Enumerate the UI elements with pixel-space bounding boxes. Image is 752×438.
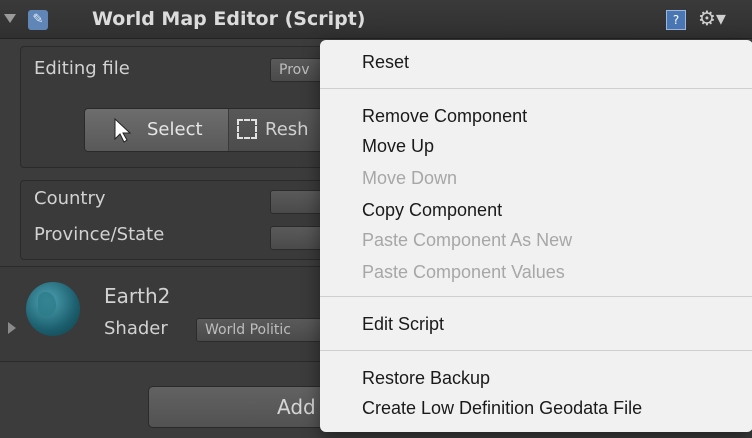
- menu-item-copy-component[interactable]: Copy Component: [362, 200, 502, 221]
- tool-toolbar: Select Resh: [84, 108, 336, 152]
- material-name: Earth2: [104, 284, 171, 308]
- context-menu: Reset Remove Component Move Up Move Down…: [320, 40, 752, 432]
- menu-item-remove-component[interactable]: Remove Component: [362, 106, 527, 127]
- menu-item-restore-backup[interactable]: Restore Backup: [362, 368, 490, 389]
- help-icon[interactable]: ?: [666, 10, 686, 30]
- reshape-icon: [237, 119, 257, 139]
- country-label: Country: [34, 188, 106, 209]
- reshape-tool-label: Resh: [265, 119, 309, 140]
- component-header: ✎ World Map Editor (Script) ? ⚙▾: [0, 0, 752, 39]
- component-title: World Map Editor (Script): [92, 8, 366, 30]
- gear-icon[interactable]: ⚙▾: [698, 6, 726, 30]
- cursor-arrow-icon: [114, 117, 132, 143]
- menu-item-edit-script[interactable]: Edit Script: [362, 314, 444, 335]
- shader-dropdown[interactable]: World Politic: [196, 318, 330, 342]
- select-tool-label: Select: [147, 119, 203, 140]
- province-label: Province/State: [34, 224, 165, 245]
- earth-globe-icon: [26, 282, 80, 336]
- foldout-arrow-icon[interactable]: [4, 14, 16, 23]
- menu-separator: [320, 296, 752, 297]
- menu-item-paste-as-new: Paste Component As New: [362, 230, 573, 250]
- select-tool-button[interactable]: Select: [85, 109, 228, 151]
- editing-file-label: Editing file: [34, 58, 130, 79]
- menu-item-paste-values: Paste Component Values: [362, 262, 565, 282]
- menu-item-move-down: Move Down: [362, 168, 458, 188]
- script-icon: ✎: [28, 10, 48, 30]
- menu-item-move-up[interactable]: Move Up: [362, 136, 434, 157]
- menu-item-reset[interactable]: Reset: [362, 52, 409, 73]
- menu-item-create-low-def[interactable]: Create Low Definition Geodata File: [362, 398, 642, 419]
- menu-separator: [320, 350, 752, 351]
- material-foldout-icon[interactable]: [8, 322, 16, 334]
- shader-label: Shader: [104, 318, 168, 339]
- menu-separator: [320, 88, 752, 89]
- add-component-label: Add: [277, 395, 316, 419]
